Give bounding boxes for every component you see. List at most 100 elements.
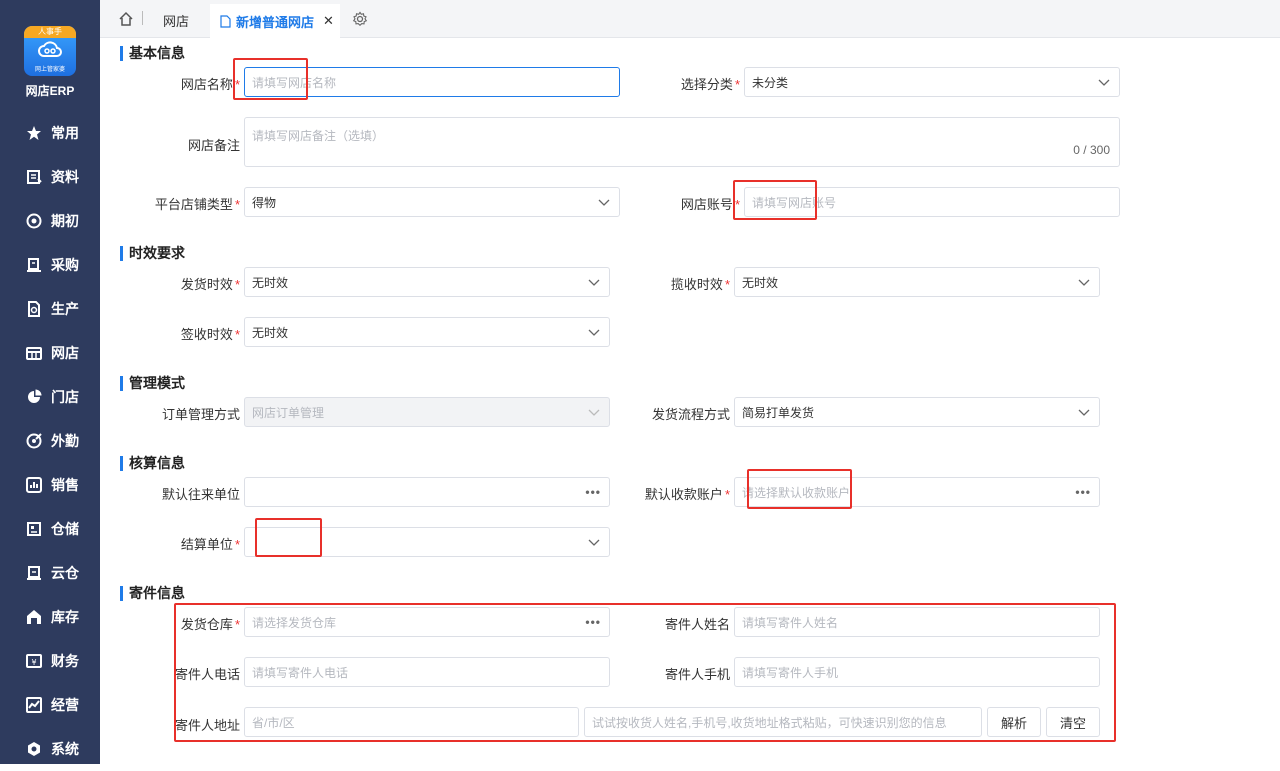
shop-account-label: 网店账号 * — [640, 194, 740, 213]
section-title: 寄件信息 — [129, 585, 185, 601]
section-sender: 寄件信息 — [120, 583, 185, 603]
placeholder: 请填写寄件人手机 — [742, 665, 839, 680]
sidebar-item-initial[interactable]: 期初 — [0, 199, 100, 243]
tab-bar: 网店 新增普通网店 ✕ — [100, 0, 1280, 38]
sidebar-item-data[interactable]: 资料 — [0, 155, 100, 199]
section-title: 时效要求 — [129, 245, 185, 261]
label-text: 签收时效 — [180, 327, 233, 342]
clear-button[interactable]: 清空 — [1046, 707, 1100, 737]
sidebar-item-store[interactable]: 门店 — [0, 375, 100, 419]
placeholder: 请填写网店账号 — [752, 195, 837, 210]
remark-label: 网店备注 — [187, 138, 240, 153]
section-timeliness: 时效要求 — [120, 243, 185, 263]
production-icon — [25, 301, 42, 318]
sidebar-item-field[interactable]: 外勤 — [0, 419, 100, 463]
chevron-down-icon — [588, 409, 600, 416]
default-account-label: 默认收款账户 * — [630, 484, 730, 503]
more-icon[interactable]: ••• — [585, 485, 601, 499]
placeholder: 请选择发货仓库 — [252, 615, 337, 630]
app-logo[interactable]: 人事手 网上管家婆 — [24, 26, 76, 76]
shop-account-input[interactable]: 请填写网店账号 — [744, 187, 1120, 217]
close-icon[interactable]: ✕ — [323, 13, 334, 29]
settle-unit-select[interactable] — [244, 527, 610, 557]
sidebar: 人事手 网上管家婆 网店ERP 常用 资料 期初 采购 生产 网店 门店 外勤 — [0, 0, 100, 764]
sign-time-select[interactable]: 无时效 — [244, 317, 610, 347]
required-mark: * — [734, 77, 740, 92]
sender-phone-input[interactable]: 请填写寄件人电话 — [244, 657, 610, 687]
required-mark: * — [734, 197, 740, 212]
chevron-down-icon — [588, 539, 600, 546]
sender-name-input[interactable]: 请填写寄件人姓名 — [734, 607, 1100, 637]
placeholder: 省/市/区 — [252, 715, 295, 730]
ship-flow-label: 发货流程方式 — [651, 407, 730, 422]
cloud-logo-icon — [38, 41, 62, 57]
default-partner-input[interactable]: ••• — [244, 477, 610, 507]
placeholder: 请填写寄件人姓名 — [742, 615, 839, 630]
section-basic-info: 基本信息 — [120, 43, 185, 63]
required-mark: * — [234, 277, 240, 292]
home-icon[interactable] — [118, 11, 134, 27]
tab-new-shop[interactable]: 新增普通网店 ✕ — [210, 4, 340, 38]
sidebar-item-label: 云仓 — [51, 565, 79, 581]
sidebar-item-inventory[interactable]: 库存 — [0, 595, 100, 639]
default-account-input[interactable]: 请选择默认收款账户 ••• — [734, 477, 1100, 507]
sidebar-item-label: 经营 — [51, 697, 79, 713]
section-accounting: 核算信息 — [120, 453, 185, 473]
char-counter: 0 / 300 — [1073, 143, 1110, 157]
label-text: 发货仓库 — [180, 617, 233, 632]
shop-name-label: 网店名称 * — [140, 74, 240, 93]
address-parse-input[interactable]: 试试按收货人姓名,手机号,收货地址格式粘贴，可快速识别您的信息 — [584, 707, 982, 737]
placeholder: 请选择默认收款账户 — [742, 485, 851, 500]
label-text: 揽收时效 — [670, 277, 723, 292]
star-icon — [25, 125, 42, 142]
chevron-down-icon — [1078, 409, 1090, 416]
parse-button[interactable]: 解析 — [987, 707, 1041, 737]
sidebar-item-warehouse[interactable]: 仓储 — [0, 507, 100, 551]
label-text: 网店账号 — [680, 197, 733, 212]
sidebar-item-system[interactable]: 系统 — [0, 727, 100, 771]
chevron-down-icon — [588, 279, 600, 286]
sidebar-item-production[interactable]: 生产 — [0, 287, 100, 331]
category-label: 选择分类 * — [640, 74, 740, 93]
region-select[interactable]: 省/市/区 — [244, 707, 579, 737]
category-select[interactable]: 未分类 — [744, 67, 1120, 97]
tab-shop[interactable]: 网店 — [163, 11, 189, 30]
section-marker — [120, 375, 123, 391]
remark-textarea[interactable]: 请填写网店备注（选填） 0 / 300 — [244, 117, 1120, 167]
selected-value: 无时效 — [742, 275, 779, 290]
placeholder: 请填写网店名称 — [252, 75, 337, 90]
default-partner-label: 默认往来单位 — [161, 487, 240, 502]
selected-value: 网店订单管理 — [252, 405, 325, 420]
sidebar-item-business[interactable]: 经营 — [0, 683, 100, 727]
selected-value: 简易打单发货 — [742, 405, 815, 420]
sidebar-item-purchase[interactable]: 采购 — [0, 243, 100, 287]
pickup-time-select[interactable]: 无时效 — [734, 267, 1100, 297]
sidebar-item-label: 期初 — [51, 213, 79, 229]
required-mark: * — [234, 197, 240, 212]
more-icon[interactable]: ••• — [585, 615, 601, 629]
logo-badge: 人事手 — [24, 26, 76, 38]
selected-value: 无时效 — [252, 275, 289, 290]
required-mark: * — [234, 617, 240, 632]
shop-name-input[interactable]: 请填写网店名称 — [244, 67, 620, 97]
warehouse-input[interactable]: 请选择发货仓库 ••• — [244, 607, 610, 637]
sidebar-item-sales[interactable]: 销售 — [0, 463, 100, 507]
sidebar-item-label: 仓储 — [51, 521, 79, 537]
placeholder: 试试按收货人姓名,手机号,收货地址格式粘贴，可快速识别您的信息 — [592, 715, 947, 730]
ship-time-label: 发货时效 * — [140, 274, 240, 293]
ship-flow-select[interactable]: 简易打单发货 — [734, 397, 1100, 427]
sidebar-item-finance[interactable]: ¥ 财务 — [0, 639, 100, 683]
gear-icon[interactable] — [352, 11, 368, 27]
sidebar-item-cloud-warehouse[interactable]: 云仓 — [0, 551, 100, 595]
sidebar-item-shop[interactable]: 网店 — [0, 331, 100, 375]
pie-icon — [25, 389, 42, 406]
required-mark: * — [234, 77, 240, 92]
platform-type-select[interactable]: 得物 — [244, 187, 620, 217]
label-text: 默认收款账户 — [644, 487, 723, 502]
sender-mobile-input[interactable]: 请填写寄件人手机 — [734, 657, 1100, 687]
sidebar-item-common[interactable]: 常用 — [0, 111, 100, 155]
ship-time-select[interactable]: 无时效 — [244, 267, 610, 297]
sidebar-item-label: 采购 — [51, 257, 79, 273]
divider — [142, 11, 143, 25]
more-icon[interactable]: ••• — [1075, 485, 1091, 499]
